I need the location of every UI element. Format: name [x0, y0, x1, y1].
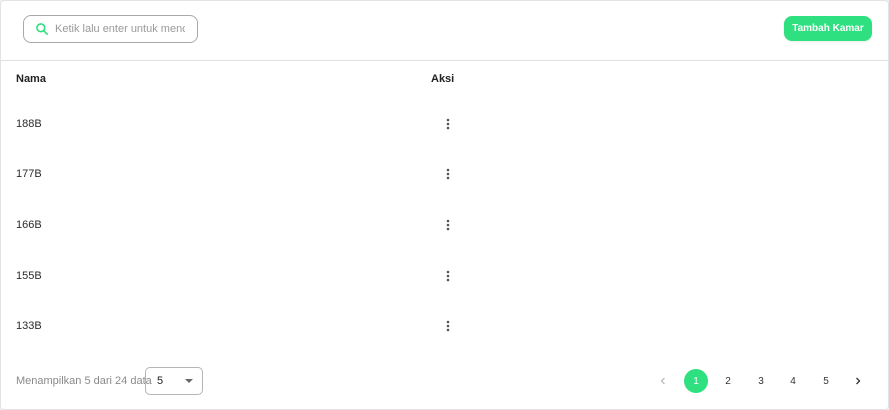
chevron-left-icon[interactable]	[651, 369, 675, 393]
table-row: 188B	[1, 99, 888, 149]
more-vert-icon[interactable]	[441, 163, 455, 185]
more-vert-icon[interactable]	[441, 113, 455, 135]
room-name-cell: 188B	[16, 118, 42, 130]
page-size-select[interactable]: 5	[145, 367, 203, 395]
page-button-4[interactable]: 4	[781, 369, 805, 393]
column-header-name: Nama	[16, 73, 46, 85]
room-list-card: Tambah Kamar Nama Aksi 188B 177B 166B 15…	[0, 0, 889, 410]
table-row: 155B	[1, 251, 888, 301]
more-vert-icon[interactable]	[441, 315, 455, 337]
table-row: 133B	[1, 301, 888, 351]
search-input[interactable]	[55, 23, 185, 35]
more-vert-icon[interactable]	[441, 265, 455, 287]
table-row: 166B	[1, 200, 888, 250]
room-name-cell: 133B	[16, 320, 42, 332]
room-name-cell: 155B	[16, 270, 42, 282]
caret-down-icon	[185, 379, 193, 383]
page-button-1[interactable]: 1	[684, 369, 708, 393]
table-row: 177B	[1, 149, 888, 199]
toolbar: Tambah Kamar	[1, 1, 888, 61]
chevron-right-icon[interactable]	[846, 369, 870, 393]
search-box[interactable]	[23, 15, 198, 43]
pagination-summary: Menampilkan 5 dari 24 data	[16, 375, 152, 387]
more-vert-icon[interactable]	[441, 214, 455, 236]
column-header-action: Aksi	[431, 73, 455, 85]
room-name-cell: 166B	[16, 219, 42, 231]
add-room-button[interactable]: Tambah Kamar	[784, 16, 872, 41]
page-size-value: 5	[157, 375, 164, 387]
room-name-cell: 177B	[16, 168, 42, 180]
search-icon	[35, 22, 49, 36]
page-button-2[interactable]: 2	[716, 369, 740, 393]
page-button-5[interactable]: 5	[814, 369, 838, 393]
page-button-3[interactable]: 3	[749, 369, 773, 393]
pagination: 1 2 3 4 5	[651, 369, 871, 393]
